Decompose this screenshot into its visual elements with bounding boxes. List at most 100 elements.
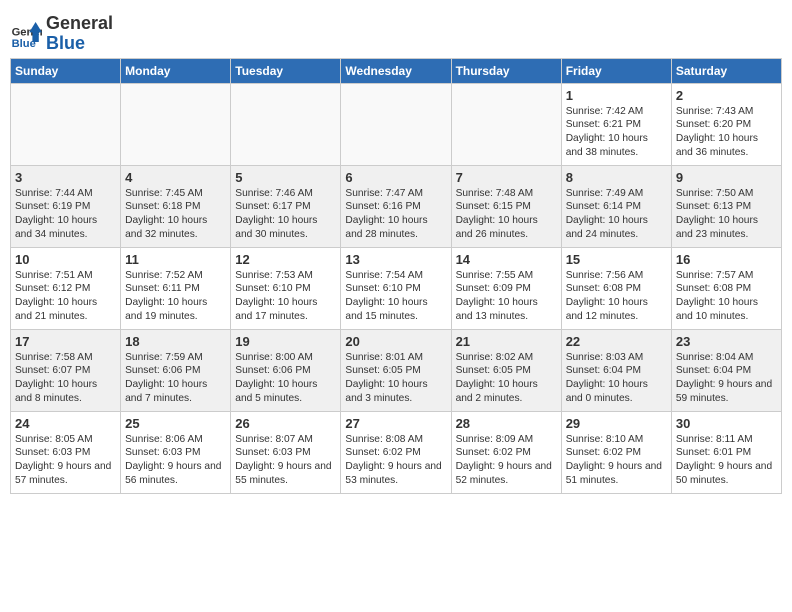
week-row-5: 24Sunrise: 8:05 AM Sunset: 6:03 PM Dayli… — [11, 411, 782, 493]
calendar-cell: 28 Sunrise: 8:09 AM Sunset: 6:02 PM Dayli… — [451, 411, 561, 493]
cell-details: Sunrise: 7:42 AM Sunset: 6:21 PM Dayligh… — [566, 105, 667, 160]
calendar-cell: 16 Sunrise: 7:57 AM Sunset: 6:08 PM Dayli… — [671, 247, 781, 329]
cell-details: Sunrise: 8:04 AM Sunset: 6:04 PM Dayligh… — [676, 351, 777, 406]
calendar-cell: 30 Sunrise: 8:11 AM Sunset: 6:01 PM Dayli… — [671, 411, 781, 493]
day-number: 21 — [456, 334, 557, 349]
calendar-cell — [451, 83, 561, 165]
day-header-wednesday: Wednesday — [341, 58, 451, 83]
day-number: 7 — [456, 170, 557, 185]
cell-details: Sunrise: 8:06 AM Sunset: 6:03 PM Dayligh… — [125, 433, 226, 488]
calendar-cell: 15 Sunrise: 7:56 AM Sunset: 6:08 PM Dayli… — [561, 247, 671, 329]
calendar-cell: 26Sunrise: 8:07 AM Sunset: 6:03 PM Dayli… — [231, 411, 341, 493]
day-header-friday: Friday — [561, 58, 671, 83]
calendar-cell — [11, 83, 121, 165]
cell-details: Sunrise: 7:54 AM Sunset: 6:10 PM Dayligh… — [345, 269, 446, 324]
cell-details: Sunrise: 7:51 AM Sunset: 6:12 PM Dayligh… — [15, 269, 116, 324]
calendar-cell: 13 Sunrise: 7:54 AM Sunset: 6:10 PM Dayli… — [341, 247, 451, 329]
calendar-cell — [121, 83, 231, 165]
cell-details: Sunrise: 7:48 AM Sunset: 6:15 PM Dayligh… — [456, 187, 557, 242]
day-number: 1 — [566, 88, 667, 103]
day-header-thursday: Thursday — [451, 58, 561, 83]
day-number: 8 — [566, 170, 667, 185]
calendar-cell: 10 Sunrise: 7:51 AM Sunset: 6:12 PM Dayli… — [11, 247, 121, 329]
day-number: 11 — [125, 252, 226, 267]
cell-details: Sunrise: 7:57 AM Sunset: 6:08 PM Dayligh… — [676, 269, 777, 324]
week-row-3: 10 Sunrise: 7:51 AM Sunset: 6:12 PM Dayli… — [11, 247, 782, 329]
logo: General Blue GeneralBlue — [10, 14, 113, 54]
day-number: 25 — [125, 416, 226, 431]
day-number: 18 — [125, 334, 226, 349]
day-number: 4 — [125, 170, 226, 185]
week-row-1: 1 Sunrise: 7:42 AM Sunset: 6:21 PM Daylig… — [11, 83, 782, 165]
cell-details: Sunrise: 7:53 AM Sunset: 6:10 PM Dayligh… — [235, 269, 336, 324]
cell-details: Sunrise: 8:09 AM Sunset: 6:02 PM Dayligh… — [456, 433, 557, 488]
cell-details: Sunrise: 7:45 AM Sunset: 6:18 PM Dayligh… — [125, 187, 226, 242]
cell-details: Sunrise: 8:07 AM Sunset: 6:03 PM Dayligh… — [235, 433, 336, 488]
cell-details: Sunrise: 7:50 AM Sunset: 6:13 PM Dayligh… — [676, 187, 777, 242]
cell-details: Sunrise: 8:11 AM Sunset: 6:01 PM Dayligh… — [676, 433, 777, 488]
calendar-cell — [231, 83, 341, 165]
calendar-cell: 17 Sunrise: 7:58 AM Sunset: 6:07 PM Dayli… — [11, 329, 121, 411]
day-number: 30 — [676, 416, 777, 431]
day-number: 23 — [676, 334, 777, 349]
day-number: 10 — [15, 252, 116, 267]
calendar-cell: 29Sunrise: 8:10 AM Sunset: 6:02 PM Dayli… — [561, 411, 671, 493]
cell-details: Sunrise: 8:08 AM Sunset: 6:02 PM Dayligh… — [345, 433, 446, 488]
cell-details: Sunrise: 7:58 AM Sunset: 6:07 PM Dayligh… — [15, 351, 116, 406]
day-number: 24 — [15, 416, 116, 431]
logo-icon: General Blue — [10, 18, 42, 50]
day-number: 27 — [345, 416, 446, 431]
week-row-2: 3 Sunrise: 7:44 AM Sunset: 6:19 PM Daylig… — [11, 165, 782, 247]
calendar-body: 1 Sunrise: 7:42 AM Sunset: 6:21 PM Daylig… — [11, 83, 782, 493]
day-number: 19 — [235, 334, 336, 349]
cell-details: Sunrise: 8:01 AM Sunset: 6:05 PM Dayligh… — [345, 351, 446, 406]
calendar-cell: 14 Sunrise: 7:55 AM Sunset: 6:09 PM Dayli… — [451, 247, 561, 329]
calendar-cell: 12Sunrise: 7:53 AM Sunset: 6:10 PM Dayli… — [231, 247, 341, 329]
calendar-cell: 20 Sunrise: 8:01 AM Sunset: 6:05 PM Dayli… — [341, 329, 451, 411]
calendar-cell: 2 Sunrise: 7:43 AM Sunset: 6:20 PM Daylig… — [671, 83, 781, 165]
week-row-4: 17 Sunrise: 7:58 AM Sunset: 6:07 PM Dayli… — [11, 329, 782, 411]
page-header: General Blue GeneralBlue — [10, 10, 782, 54]
calendar-cell: 21 Sunrise: 8:02 AM Sunset: 6:05 PM Dayli… — [451, 329, 561, 411]
day-number: 2 — [676, 88, 777, 103]
calendar-cell: 9Sunrise: 7:50 AM Sunset: 6:13 PM Daylig… — [671, 165, 781, 247]
calendar-header-row: SundayMondayTuesdayWednesdayThursdayFrid… — [11, 58, 782, 83]
cell-details: Sunrise: 7:55 AM Sunset: 6:09 PM Dayligh… — [456, 269, 557, 324]
calendar-cell: 5Sunrise: 7:46 AM Sunset: 6:17 PM Daylig… — [231, 165, 341, 247]
calendar-cell: 4 Sunrise: 7:45 AM Sunset: 6:18 PM Daylig… — [121, 165, 231, 247]
calendar-cell: 18 Sunrise: 7:59 AM Sunset: 6:06 PM Dayli… — [121, 329, 231, 411]
calendar-cell: 11 Sunrise: 7:52 AM Sunset: 6:11 PM Dayli… — [121, 247, 231, 329]
cell-details: Sunrise: 8:00 AM Sunset: 6:06 PM Dayligh… — [235, 351, 336, 406]
cell-details: Sunrise: 7:43 AM Sunset: 6:20 PM Dayligh… — [676, 105, 777, 160]
calendar-cell: 22Sunrise: 8:03 AM Sunset: 6:04 PM Dayli… — [561, 329, 671, 411]
day-number: 28 — [456, 416, 557, 431]
day-number: 3 — [15, 170, 116, 185]
cell-details: Sunrise: 7:56 AM Sunset: 6:08 PM Dayligh… — [566, 269, 667, 324]
calendar-cell: 24Sunrise: 8:05 AM Sunset: 6:03 PM Dayli… — [11, 411, 121, 493]
day-number: 6 — [345, 170, 446, 185]
day-number: 15 — [566, 252, 667, 267]
calendar-cell: 23 Sunrise: 8:04 AM Sunset: 6:04 PM Dayli… — [671, 329, 781, 411]
calendar-cell: 8 Sunrise: 7:49 AM Sunset: 6:14 PM Daylig… — [561, 165, 671, 247]
day-header-monday: Monday — [121, 58, 231, 83]
calendar-cell: 6 Sunrise: 7:47 AM Sunset: 6:16 PM Daylig… — [341, 165, 451, 247]
cell-details: Sunrise: 7:49 AM Sunset: 6:14 PM Dayligh… — [566, 187, 667, 242]
calendar-cell: 1 Sunrise: 7:42 AM Sunset: 6:21 PM Daylig… — [561, 83, 671, 165]
calendar-cell: 3 Sunrise: 7:44 AM Sunset: 6:19 PM Daylig… — [11, 165, 121, 247]
cell-details: Sunrise: 8:02 AM Sunset: 6:05 PM Dayligh… — [456, 351, 557, 406]
day-header-saturday: Saturday — [671, 58, 781, 83]
cell-details: Sunrise: 7:44 AM Sunset: 6:19 PM Dayligh… — [15, 187, 116, 242]
day-header-sunday: Sunday — [11, 58, 121, 83]
day-header-tuesday: Tuesday — [231, 58, 341, 83]
day-number: 5 — [235, 170, 336, 185]
cell-details: Sunrise: 7:59 AM Sunset: 6:06 PM Dayligh… — [125, 351, 226, 406]
day-number: 20 — [345, 334, 446, 349]
cell-details: Sunrise: 7:52 AM Sunset: 6:11 PM Dayligh… — [125, 269, 226, 324]
calendar-table: SundayMondayTuesdayWednesdayThursdayFrid… — [10, 58, 782, 494]
day-number: 13 — [345, 252, 446, 267]
cell-details: Sunrise: 7:47 AM Sunset: 6:16 PM Dayligh… — [345, 187, 446, 242]
day-number: 17 — [15, 334, 116, 349]
calendar-cell: 7 Sunrise: 7:48 AM Sunset: 6:15 PM Daylig… — [451, 165, 561, 247]
day-number: 14 — [456, 252, 557, 267]
day-number: 16 — [676, 252, 777, 267]
